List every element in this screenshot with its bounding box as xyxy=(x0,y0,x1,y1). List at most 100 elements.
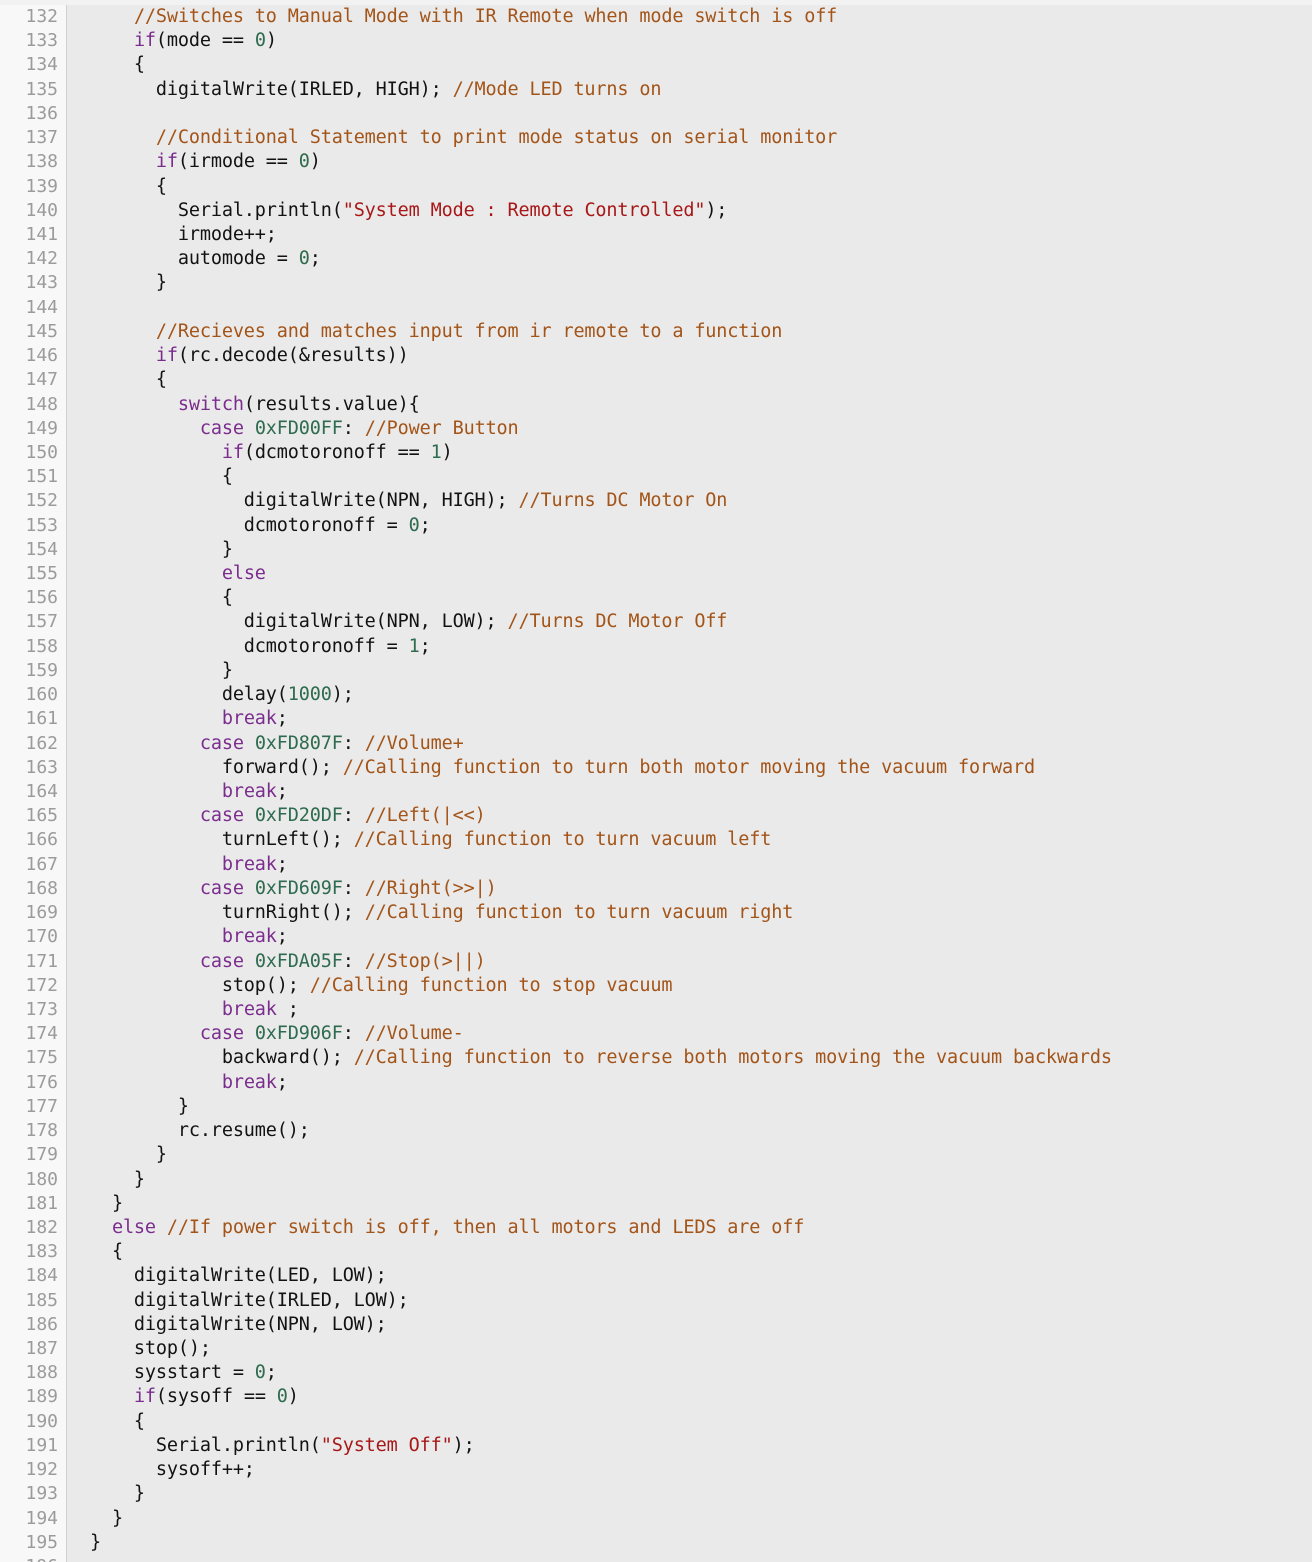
code-line[interactable]: 144 xyxy=(0,296,1312,320)
code-line[interactable]: 180 } xyxy=(0,1168,1312,1192)
code-line[interactable]: 147 { xyxy=(0,368,1312,392)
line-content[interactable]: stop(); //Calling function to stop vacuu… xyxy=(68,974,673,998)
code-line[interactable]: 177 } xyxy=(0,1095,1312,1119)
line-content[interactable]: } xyxy=(68,1168,145,1192)
line-content[interactable]: } xyxy=(68,271,167,295)
line-content[interactable]: } xyxy=(68,1531,101,1555)
code-line[interactable]: 142 automode = 0; xyxy=(0,247,1312,271)
code-line[interactable]: 143 } xyxy=(0,271,1312,295)
line-content[interactable]: Serial.println("System Off"); xyxy=(68,1434,475,1458)
line-content[interactable]: else //If power switch is off, then all … xyxy=(68,1216,804,1240)
line-content[interactable]: case 0xFD906F: //Volume- xyxy=(68,1022,464,1046)
code-line[interactable]: 133 if(mode == 0) xyxy=(0,29,1312,53)
code-line[interactable]: 146 if(rc.decode(&results)) xyxy=(0,344,1312,368)
line-content[interactable]: dcmotoronoff = 0; xyxy=(68,514,431,538)
line-content[interactable]: else xyxy=(68,562,266,586)
line-content[interactable]: digitalWrite(LED, LOW); xyxy=(68,1264,387,1288)
code-line[interactable]: 167 break; xyxy=(0,853,1312,877)
code-line[interactable]: 192 sysoff++; xyxy=(0,1458,1312,1482)
line-content[interactable]: //Recieves and matches input from ir rem… xyxy=(68,320,782,344)
line-content[interactable]: { xyxy=(68,175,167,199)
line-content[interactable]: dcmotoronoff = 1; xyxy=(68,635,431,659)
code-line[interactable]: 141 irmode++; xyxy=(0,223,1312,247)
line-content[interactable]: } xyxy=(68,1482,145,1506)
line-content[interactable]: if(irmode == 0) xyxy=(68,150,321,174)
line-content[interactable]: break; xyxy=(68,853,288,877)
code-line[interactable]: 160 delay(1000); xyxy=(0,683,1312,707)
code-line[interactable]: 136 xyxy=(0,102,1312,126)
code-line[interactable]: 178 rc.resume(); xyxy=(0,1119,1312,1143)
code-line[interactable]: 134 { xyxy=(0,53,1312,77)
code-pane[interactable]: 132 //Switches to Manual Mode with IR Re… xyxy=(0,5,1312,1562)
line-content[interactable]: irmode++; xyxy=(68,223,277,247)
line-content[interactable]: break; xyxy=(68,925,288,949)
code-line[interactable]: 157 digitalWrite(NPN, LOW); //Turns DC M… xyxy=(0,610,1312,634)
line-content[interactable]: if(sysoff == 0) xyxy=(68,1385,299,1409)
code-line[interactable]: 188 sysstart = 0; xyxy=(0,1361,1312,1385)
code-line[interactable]: 194 } xyxy=(0,1507,1312,1531)
line-content[interactable]: backward(); //Calling function to revers… xyxy=(68,1046,1112,1070)
code-line[interactable]: 150 if(dcmotoronoff == 1) xyxy=(0,441,1312,465)
code-line[interactable]: 196 xyxy=(0,1555,1312,1562)
line-content[interactable]: digitalWrite(NPN, LOW); xyxy=(68,1313,387,1337)
code-line[interactable]: 189 if(sysoff == 0) xyxy=(0,1385,1312,1409)
code-line[interactable]: 166 turnLeft(); //Calling function to tu… xyxy=(0,828,1312,852)
code-line[interactable]: 183 { xyxy=(0,1240,1312,1264)
code-line[interactable]: 162 case 0xFD807F: //Volume+ xyxy=(0,732,1312,756)
code-line[interactable]: 152 digitalWrite(NPN, HIGH); //Turns DC … xyxy=(0,489,1312,513)
line-content[interactable]: { xyxy=(68,368,167,392)
line-content[interactable]: } xyxy=(68,1143,167,1167)
line-content[interactable]: rc.resume(); xyxy=(68,1119,310,1143)
code-line[interactable]: 169 turnRight(); //Calling function to t… xyxy=(0,901,1312,925)
line-content[interactable]: automode = 0; xyxy=(68,247,321,271)
code-line[interactable]: 174 case 0xFD906F: //Volume- xyxy=(0,1022,1312,1046)
code-line[interactable]: 163 forward(); //Calling function to tur… xyxy=(0,756,1312,780)
line-content[interactable]: delay(1000); xyxy=(68,683,354,707)
code-line[interactable]: 153 dcmotoronoff = 0; xyxy=(0,514,1312,538)
line-content[interactable]: case 0xFD20DF: //Left(|<<) xyxy=(68,804,486,828)
code-line[interactable]: 156 { xyxy=(0,586,1312,610)
line-content[interactable]: case 0xFD609F: //Right(>>|) xyxy=(68,877,497,901)
code-line[interactable]: 140 Serial.println("System Mode : Remote… xyxy=(0,199,1312,223)
line-content[interactable]: turnLeft(); //Calling function to turn v… xyxy=(68,828,772,852)
line-content[interactable]: } xyxy=(68,659,233,683)
code-line[interactable]: 186 digitalWrite(NPN, LOW); xyxy=(0,1313,1312,1337)
code-line[interactable]: 165 case 0xFD20DF: //Left(|<<) xyxy=(0,804,1312,828)
code-line[interactable]: 182 else //If power switch is off, then … xyxy=(0,1216,1312,1240)
code-line[interactable]: 161 break; xyxy=(0,707,1312,731)
line-content[interactable]: { xyxy=(68,1410,145,1434)
line-content[interactable]: digitalWrite(IRLED, LOW); xyxy=(68,1289,409,1313)
code-line[interactable]: 181 } xyxy=(0,1192,1312,1216)
code-line[interactable]: 132 //Switches to Manual Mode with IR Re… xyxy=(0,5,1312,29)
code-line[interactable]: 139 { xyxy=(0,175,1312,199)
code-line[interactable]: 185 digitalWrite(IRLED, LOW); xyxy=(0,1289,1312,1313)
code-line[interactable]: 170 break; xyxy=(0,925,1312,949)
line-content[interactable]: sysoff++; xyxy=(68,1458,255,1482)
line-content[interactable]: //Conditional Statement to print mode st… xyxy=(68,126,837,150)
code-line[interactable]: 193 } xyxy=(0,1482,1312,1506)
line-content[interactable]: break; xyxy=(68,707,288,731)
code-line[interactable]: 154 } xyxy=(0,538,1312,562)
code-line[interactable]: 172 stop(); //Calling function to stop v… xyxy=(0,974,1312,998)
line-content[interactable]: if(rc.decode(&results)) xyxy=(68,344,409,368)
line-content[interactable]: { xyxy=(68,1240,123,1264)
line-content[interactable]: } xyxy=(68,1095,189,1119)
line-content[interactable]: digitalWrite(NPN, HIGH); //Turns DC Moto… xyxy=(68,489,728,513)
code-line[interactable]: 159 } xyxy=(0,659,1312,683)
line-content[interactable]: { xyxy=(68,586,233,610)
line-content[interactable]: digitalWrite(IRLED, HIGH); //Mode LED tu… xyxy=(68,78,662,102)
code-line[interactable]: 168 case 0xFD609F: //Right(>>|) xyxy=(0,877,1312,901)
line-content[interactable]: break; xyxy=(68,780,288,804)
code-line[interactable]: 184 digitalWrite(LED, LOW); xyxy=(0,1264,1312,1288)
code-line[interactable]: 148 switch(results.value){ xyxy=(0,393,1312,417)
code-line[interactable]: 145 //Recieves and matches input from ir… xyxy=(0,320,1312,344)
line-content[interactable]: switch(results.value){ xyxy=(68,393,420,417)
code-line[interactable]: 135 digitalWrite(IRLED, HIGH); //Mode LE… xyxy=(0,78,1312,102)
line-content[interactable]: turnRight(); //Calling function to turn … xyxy=(68,901,794,925)
code-line[interactable]: 158 dcmotoronoff = 1; xyxy=(0,635,1312,659)
line-content[interactable]: if(mode == 0) xyxy=(68,29,277,53)
code-lines[interactable]: 132 //Switches to Manual Mode with IR Re… xyxy=(0,5,1312,1562)
line-content[interactable]: digitalWrite(NPN, LOW); //Turns DC Motor… xyxy=(68,610,728,634)
code-line[interactable]: 195 } xyxy=(0,1531,1312,1555)
line-content[interactable]: } xyxy=(68,538,233,562)
